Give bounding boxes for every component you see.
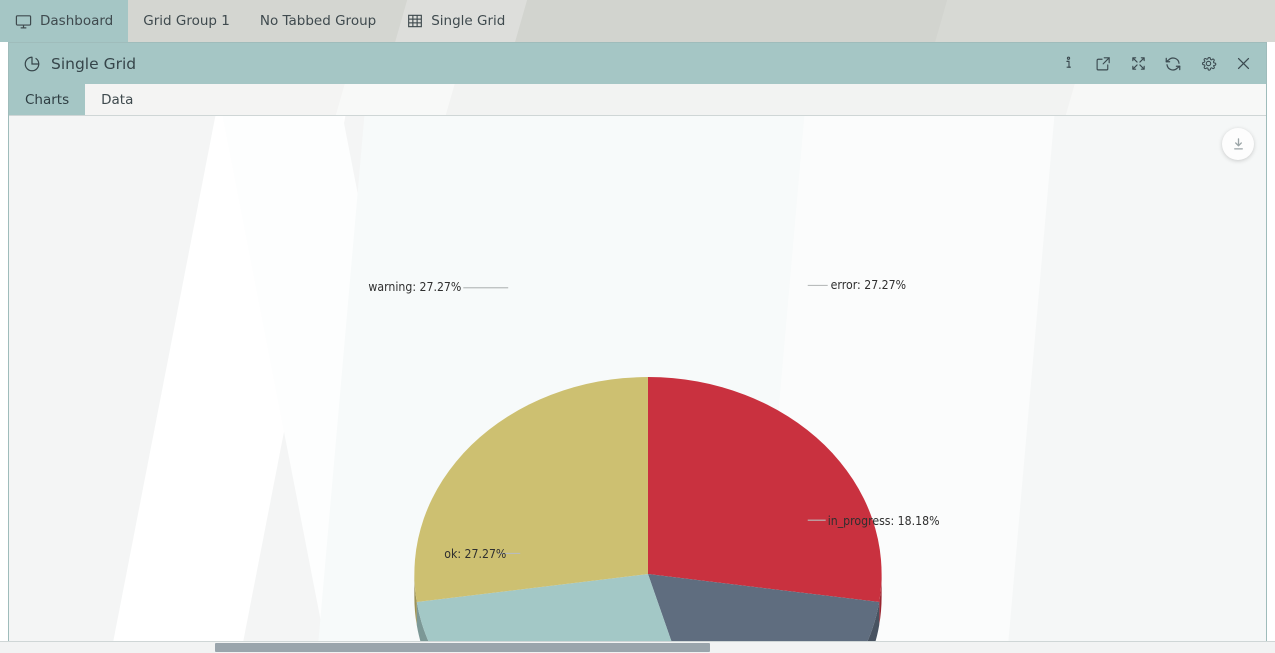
pie-chart-icon: [23, 55, 41, 73]
nav-tab-label: Grid Group 1: [143, 13, 230, 29]
panel-title-group: Single Grid: [23, 55, 136, 73]
nav-tab-label: Dashboard: [40, 13, 114, 29]
pie-label-warning: warning: 27.27%: [368, 279, 461, 294]
tab-label: Data: [101, 91, 134, 108]
nav-tab-grid-group-1[interactable]: Grid Group 1: [128, 0, 245, 42]
nav-tab-no-tabbed-group[interactable]: No Tabbed Group: [245, 0, 391, 42]
download-button[interactable]: [1222, 128, 1254, 160]
nav-tab-dashboard[interactable]: Dashboard: [0, 0, 129, 42]
grid-icon: [406, 13, 423, 30]
refresh-icon[interactable]: [1162, 53, 1184, 75]
chart-area: warning: 27.27% error: 27.27% in_progres…: [9, 116, 1266, 653]
nav-tab-label: No Tabbed Group: [259, 13, 377, 29]
tab-label: Charts: [25, 91, 70, 108]
download-icon: [1231, 137, 1246, 152]
nav-tab-single-grid[interactable]: Single Grid: [391, 0, 520, 42]
external-link-icon[interactable]: [1092, 53, 1114, 75]
tab-data[interactable]: Data: [85, 84, 149, 115]
pie-label-error: error: 27.27%: [831, 277, 906, 292]
pie-slice-warning[interactable]: [414, 377, 648, 603]
pie-chart: warning: 27.27% error: 27.27% in_progres…: [9, 116, 1266, 653]
expand-icon[interactable]: [1127, 53, 1149, 75]
pie-slice-error[interactable]: [647, 377, 882, 603]
pie-label-ok: ok: 27.27%: [444, 546, 506, 561]
panel-tab-strip: Charts Data: [9, 84, 1266, 116]
nav-tab-label: Single Grid: [431, 13, 506, 29]
tab-charts[interactable]: Charts: [9, 84, 86, 115]
single-grid-panel: Single Grid Charts Data warning: 27.27% …: [8, 42, 1267, 653]
tabstrip-watermark: [9, 84, 1266, 115]
panel-header: Single Grid: [9, 43, 1266, 84]
top-navigation-bar: Dashboard Grid Group 1 No Tabbed Group S…: [0, 0, 1275, 42]
monitor-icon: [15, 13, 32, 30]
page-title: Single Grid: [51, 54, 137, 73]
scrollbar-thumb[interactable]: [215, 643, 710, 652]
close-icon[interactable]: [1232, 53, 1254, 75]
pie-label-in-progress: in_progress: 18.18%: [828, 513, 940, 528]
panel-toolbar: [1057, 53, 1254, 75]
gear-icon[interactable]: [1197, 53, 1219, 75]
info-icon[interactable]: [1057, 53, 1079, 75]
pie-chart-svg: warning: 27.27% error: 27.27% in_progres…: [368, 277, 940, 653]
horizontal-scrollbar[interactable]: [0, 641, 1275, 653]
